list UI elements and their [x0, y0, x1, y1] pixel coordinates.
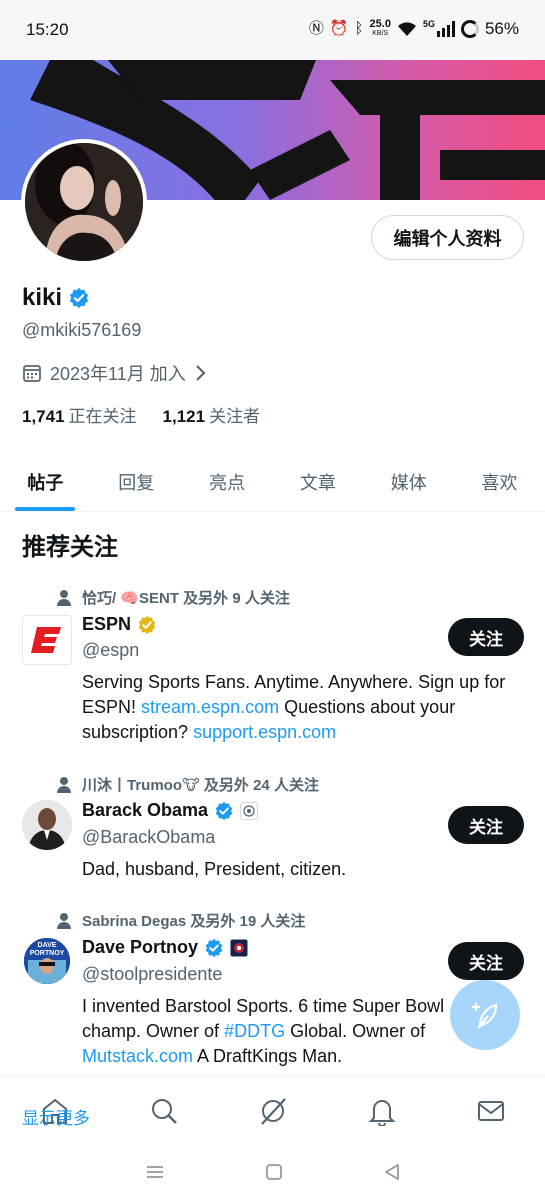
profile-avatar[interactable]	[21, 139, 147, 265]
verified-badge-icon	[215, 801, 233, 820]
status-icons: Ⓝ ⏰ ᛒ 25.0 KB/S 5G 56%	[309, 19, 519, 39]
person-icon	[56, 912, 72, 929]
following-stat[interactable]: 1,741 正在关注	[22, 402, 137, 427]
tab-posts[interactable]: 帖子	[0, 452, 91, 511]
status-time: 15:20	[26, 20, 69, 39]
suggestion-avatar[interactable]: DAVE PORTNOY	[22, 936, 72, 986]
nav-notifications[interactable]	[327, 1076, 436, 1145]
suggestion-handle: @espn	[82, 640, 140, 660]
hashtag-link[interactable]: #DDTG	[224, 1021, 285, 1041]
battery-icon	[460, 20, 479, 38]
compose-button[interactable]	[450, 980, 520, 1050]
suggestion-bio: Serving Sports Fans. Anytime. Anywhere. …	[82, 672, 506, 742]
compose-feather-icon	[472, 1003, 498, 1029]
net-speed: 25.0 KB/S	[369, 18, 391, 38]
bio-link[interactable]: Mutstack.com	[82, 1046, 193, 1066]
suggestion-handle: @stoolpresidente	[82, 964, 223, 984]
battery-percent: 56%	[484, 19, 519, 38]
chevron-right-icon	[196, 365, 206, 381]
suggestion-name[interactable]: Barack Obama	[82, 800, 259, 821]
home-square-icon[interactable]	[265, 1163, 283, 1181]
nfc-icon: Ⓝ	[308, 20, 324, 37]
government-seal-icon	[240, 801, 259, 820]
follow-button[interactable]: 关注	[448, 618, 524, 656]
bluetooth-icon: ᛒ	[354, 20, 364, 37]
social-context: 恰巧/ 🧠SENT 及另外 9 人关注	[56, 587, 290, 608]
signal-icon	[436, 21, 455, 37]
system-nav-bar	[0, 1145, 545, 1199]
gold-verified-badge-icon	[138, 615, 156, 634]
affiliate-badge-icon	[230, 939, 248, 956]
suggestion-bio: I invented Barstool Sports. 6 time Super…	[82, 996, 445, 1066]
back-icon[interactable]	[383, 1163, 401, 1181]
edit-profile-button[interactable]: 编辑个人资料	[371, 215, 524, 260]
follow-button[interactable]: 关注	[448, 806, 524, 844]
calendar-icon	[23, 365, 41, 382]
search-icon	[151, 1098, 177, 1124]
social-context: 川沐丨Trumoo🐮 及另外 24 人关注	[56, 774, 319, 795]
nav-messages[interactable]	[436, 1076, 545, 1145]
display-name: kiki	[22, 284, 90, 312]
avatar-photo	[25, 143, 143, 261]
profile-tabs: 帖子 回复 亮点 文章 媒体 喜欢	[0, 452, 545, 512]
wifi-icon	[397, 22, 416, 36]
nav-search[interactable]	[109, 1076, 218, 1145]
suggestion-avatar[interactable]	[22, 800, 72, 850]
menu-icon[interactable]	[145, 1164, 165, 1180]
verified-badge-icon	[205, 938, 223, 957]
avatar-photo	[22, 800, 72, 850]
suggestion-avatar[interactable]	[22, 615, 72, 665]
tab-articles[interactable]: 文章	[272, 452, 363, 511]
nav-grok[interactable]	[218, 1076, 327, 1145]
network-type: 5G	[422, 19, 435, 29]
profile-handle: @mkiki576169	[22, 320, 142, 340]
suggestion-handle: @BarackObama	[82, 827, 216, 847]
suggestion-bio: Dad, husband, President, citizen.	[82, 859, 347, 879]
espn-logo-icon	[31, 627, 61, 653]
tab-media[interactable]: 媒体	[363, 452, 454, 511]
person-icon	[56, 589, 72, 606]
grok-icon	[260, 1097, 286, 1125]
follow-stats: 1,741 正在关注 1,121 关注者	[22, 402, 260, 427]
show-more-link[interactable]: 显示更多	[22, 1104, 90, 1129]
follow-button[interactable]: 关注	[448, 942, 524, 980]
bio-link[interactable]: stream.espn.com	[141, 697, 279, 717]
join-date[interactable]: 2023年11月 加入	[22, 360, 206, 386]
status-bar: 15:20 Ⓝ ⏰ ᛒ 25.0 KB/S 5G 56%	[0, 0, 545, 60]
tab-likes[interactable]: 喜欢	[454, 452, 545, 511]
tab-highlights[interactable]: 亮点	[182, 452, 273, 511]
alarm-icon: ⏰	[329, 20, 349, 37]
bio-link[interactable]: support.espn.com	[193, 722, 336, 742]
verified-badge-icon	[69, 287, 89, 309]
suggestion-name[interactable]: ESPN	[82, 614, 157, 635]
followers-stat[interactable]: 1,121 关注者	[163, 402, 261, 427]
notifications-icon	[368, 1099, 395, 1126]
tab-replies[interactable]: 回复	[91, 452, 182, 511]
section-title: 推荐关注	[22, 534, 118, 561]
person-icon	[56, 776, 72, 793]
avatar-caption: DAVE PORTNOY	[29, 942, 65, 957]
messages-icon	[477, 1100, 504, 1121]
suggestion-name[interactable]: Dave Portnoy	[82, 937, 248, 958]
social-context: Sabrina Degas 及另外 19 人关注	[56, 910, 305, 931]
